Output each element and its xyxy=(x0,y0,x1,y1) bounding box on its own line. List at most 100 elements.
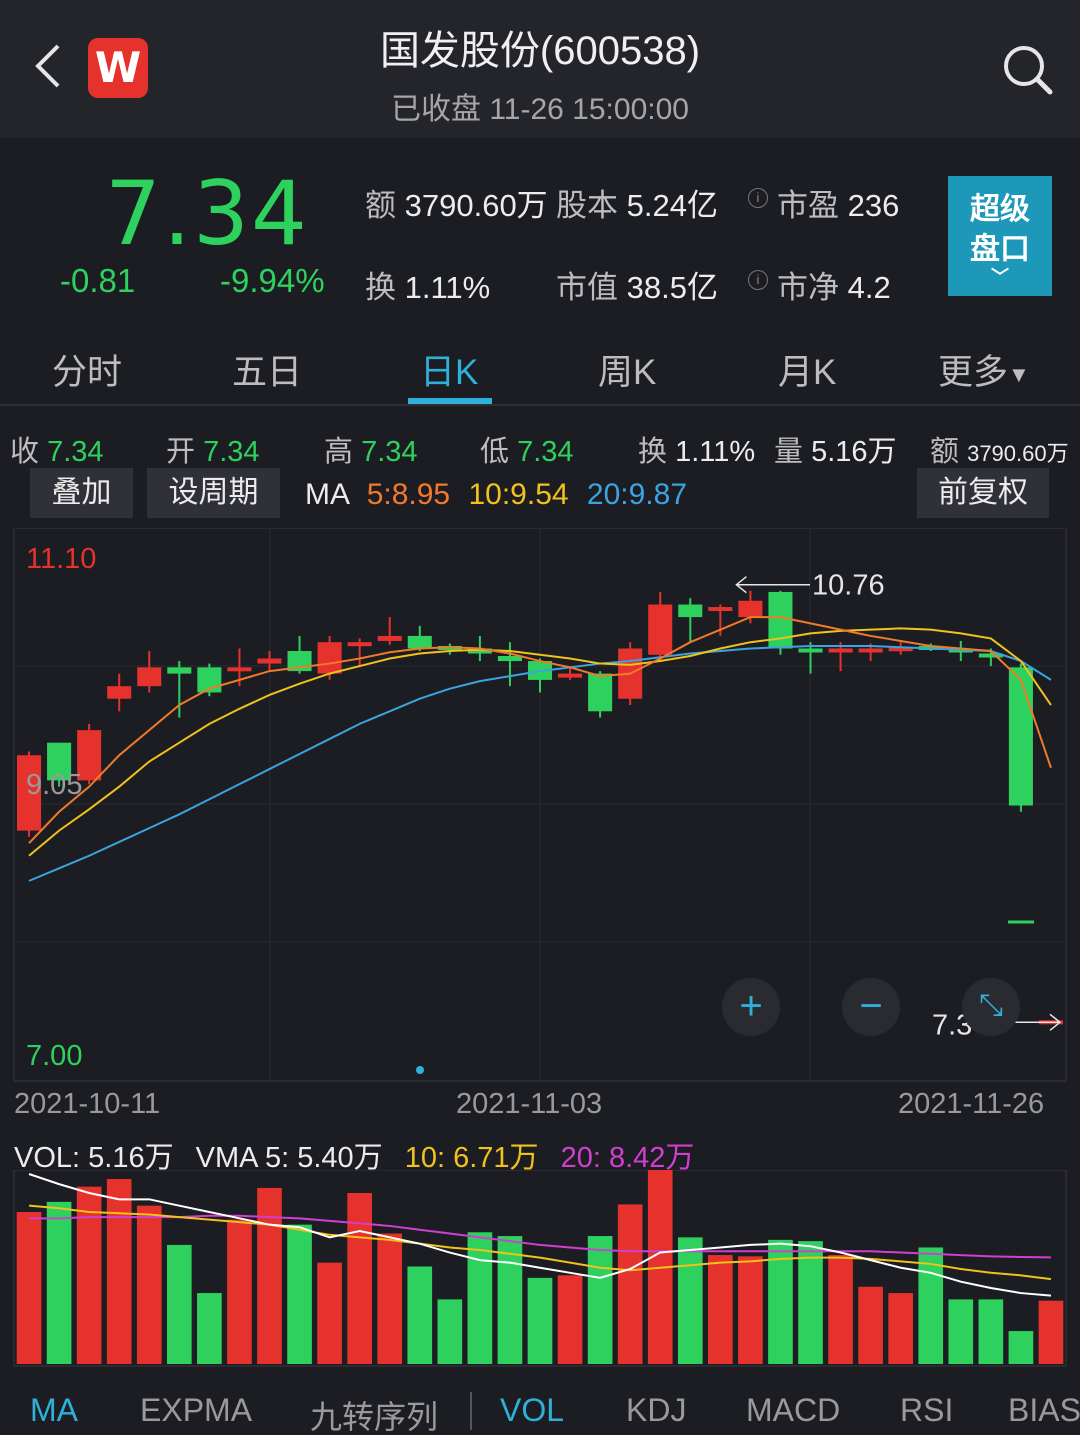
app-logo: W xyxy=(88,38,148,98)
volume-bar xyxy=(888,1293,914,1364)
candle-body xyxy=(227,667,252,672)
pb-metric: 市净 4.2 xyxy=(777,270,891,305)
price-change-percent: -9.94% xyxy=(220,262,325,299)
candle-body xyxy=(167,667,192,674)
tab-five-day[interactable]: 五日 xyxy=(232,344,302,395)
max-price-label: 10.76 xyxy=(812,570,885,602)
indicator-tab-rsi[interactable]: RSI xyxy=(900,1392,953,1429)
volume-bar xyxy=(617,1204,643,1364)
close-value: 收 7.34 xyxy=(10,436,104,468)
tab-more[interactable]: 更多▼ xyxy=(938,344,1030,395)
candle-body xyxy=(678,604,703,618)
back-arrow-icon[interactable] xyxy=(28,40,68,92)
volume-bar xyxy=(317,1262,342,1364)
info-icon[interactable]: i xyxy=(748,188,768,208)
volume-bar xyxy=(377,1233,403,1364)
y-label-top: 11.10 xyxy=(26,543,96,575)
volume-bar xyxy=(257,1187,282,1364)
volume-bar xyxy=(798,1241,823,1364)
price-change: -0.81 xyxy=(60,262,136,299)
super-orderbook-button[interactable]: 超级 盘口 ﹀ xyxy=(948,176,1052,296)
tab-intraday[interactable]: 分时 xyxy=(52,344,122,395)
y-label-mid: 9.05 xyxy=(26,769,82,801)
zoom-in-button[interactable]: + xyxy=(722,978,780,1036)
active-tab-indicator xyxy=(408,398,492,404)
candle-body xyxy=(137,667,162,687)
zoom-out-button[interactable]: − xyxy=(842,978,900,1036)
ma-legend: MA 5:8.95 10:9.54 20:9.87 xyxy=(305,478,687,512)
turnover-metric: 换 1.11% xyxy=(365,270,491,305)
volume-bar xyxy=(858,1286,883,1364)
date-label-mid: 2021-11-03 xyxy=(456,1088,603,1120)
volume-bar xyxy=(738,1256,763,1364)
tab-divider xyxy=(470,1392,472,1430)
adjust-mode-button[interactable]: 前复权 xyxy=(917,468,1049,518)
date-label-start: 2021-10-11 xyxy=(14,1088,161,1120)
indicator-tab-nine-turn[interactable]: 九转序列 xyxy=(310,1392,438,1435)
indicator-tab-kdj[interactable]: KDJ xyxy=(626,1392,686,1429)
candle-body xyxy=(858,648,883,653)
super-btn-line2: 盘口 xyxy=(970,233,1030,266)
volume-bar xyxy=(46,1201,72,1364)
last-price: 7.34 xyxy=(105,162,309,265)
candle-body xyxy=(708,607,733,612)
y-label-bottom: 7.00 xyxy=(26,1040,82,1072)
volume-bar xyxy=(587,1236,613,1364)
volume-bar xyxy=(978,1299,1004,1364)
volume-bar xyxy=(828,1255,853,1364)
volume-chart[interactable] xyxy=(0,1160,1080,1370)
candle-body xyxy=(648,604,673,655)
info-icon[interactable]: i xyxy=(748,270,768,290)
turnover-value: 换 1.11% xyxy=(638,436,756,468)
volume-bar xyxy=(708,1255,733,1364)
candle-body xyxy=(317,642,342,674)
market-cap-metric: 市值 38.5亿 xyxy=(556,270,718,305)
candle-body xyxy=(588,673,613,712)
volume-svg xyxy=(13,1160,1067,1367)
volume-bar xyxy=(557,1275,583,1364)
period-tabs: 分时 五日 日K 周K 月K 更多▼ xyxy=(0,338,1080,406)
caret-down-icon: ▼ xyxy=(1008,361,1030,387)
indicator-tab-macd[interactable]: MACD xyxy=(746,1392,840,1429)
candle-body xyxy=(558,673,583,678)
fullscreen-button[interactable]: ⤡ xyxy=(962,978,1020,1036)
candle-body xyxy=(377,635,402,641)
date-label-end: 2021-11-26 xyxy=(898,1088,1045,1120)
indicator-tab-bias[interactable]: BIAS xyxy=(1008,1392,1080,1429)
indicator-tab-ma[interactable]: MA xyxy=(30,1392,78,1429)
tab-weekly-k[interactable]: 周K xyxy=(598,344,656,395)
volume-bar xyxy=(437,1299,463,1364)
volume-bar xyxy=(136,1205,162,1364)
candle-body xyxy=(257,658,282,664)
candle-body xyxy=(407,635,432,649)
indicator-tab-vol[interactable]: VOL xyxy=(500,1392,564,1429)
amount-metric: 额 3790.60万 xyxy=(365,188,548,223)
tab-daily-k[interactable]: 日K xyxy=(420,344,478,395)
volume-bar xyxy=(16,1212,42,1364)
volume-bar xyxy=(347,1193,372,1364)
volume-bar xyxy=(166,1244,192,1364)
chevron-down-icon: ﹀ xyxy=(991,267,1009,287)
volume-value: 量 5.16万 xyxy=(774,436,897,468)
volume-bar xyxy=(106,1179,132,1364)
set-period-button[interactable]: 设周期 xyxy=(147,468,280,518)
open-value: 开 7.34 xyxy=(166,436,260,468)
stock-title: 国发股份(600538) xyxy=(379,29,701,73)
indicator-tab-expma[interactable]: EXPMA xyxy=(140,1392,252,1429)
candle-body xyxy=(828,648,853,653)
scroll-dot xyxy=(416,1066,424,1074)
ma10-value: 10:9.54 xyxy=(468,478,569,511)
tab-monthly-k[interactable]: 月K xyxy=(778,344,836,395)
volume-bar xyxy=(407,1266,433,1364)
volume-bar xyxy=(677,1237,703,1364)
top-bar: W 国发股份(600538) 已收盘 11-26 15:00:00 xyxy=(0,0,1080,138)
high-value: 高 7.34 xyxy=(324,436,418,468)
capital-metric: 股本 5.24亿 xyxy=(556,188,718,223)
kline-chart[interactable]: 11.10 9.05 7.00 10.76 7.34 + − ⤡ xyxy=(0,527,1080,1083)
candle-body xyxy=(738,600,763,618)
ma-label: MA xyxy=(305,478,349,511)
overlay-button[interactable]: 叠加 xyxy=(30,468,133,518)
volume-bar xyxy=(227,1219,252,1364)
search-icon[interactable] xyxy=(1000,42,1056,98)
market-status: 已收盘 11-26 15:00:00 xyxy=(391,93,689,126)
